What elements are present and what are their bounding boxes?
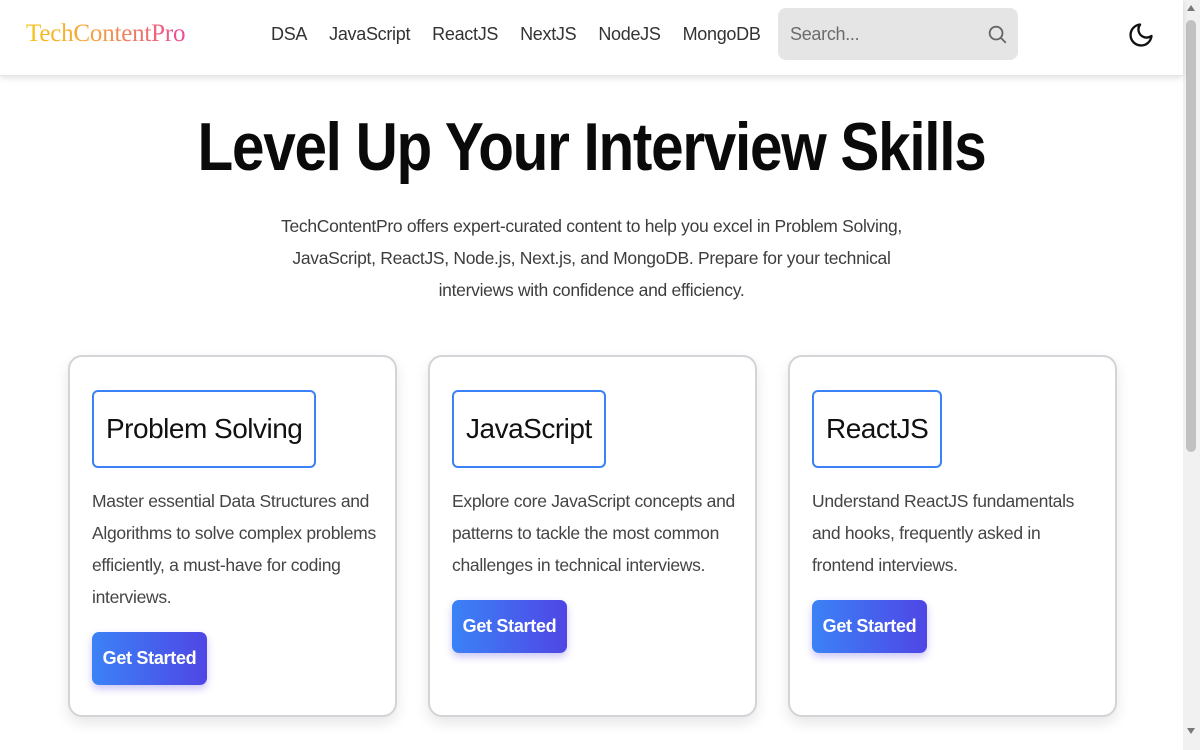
scroll-down-arrow-icon[interactable] <box>1187 728 1195 734</box>
site-header: TechContentPro DSA JavaScript ReactJS Ne… <box>0 0 1183 76</box>
get-started-button[interactable]: Get Started <box>452 600 567 653</box>
hero-title: Level Up Your Interview Skills <box>197 109 987 185</box>
moon-icon <box>1127 23 1155 52</box>
scrollbar-thumb[interactable] <box>1186 20 1196 452</box>
card-description: Understand ReactJS fundamentals and hook… <box>812 491 1075 575</box>
card-title: Problem Solving <box>92 390 317 468</box>
topic-card-reactjs: ReactJS Understand ReactJS fundamentals … <box>788 355 1117 717</box>
nav-link-javascript[interactable]: JavaScript <box>329 24 410 45</box>
card-description: Explore core JavaScript concepts and pat… <box>452 491 735 575</box>
nav-link-mongodb[interactable]: MongoDB <box>683 24 761 45</box>
nav-link-nodejs[interactable]: NodeJS <box>598 24 661 45</box>
theme-toggle-button[interactable] <box>1127 21 1155 49</box>
main-nav: DSA JavaScript ReactJS NextJS NodeJS Mon… <box>271 24 761 45</box>
get-started-button[interactable]: Get Started <box>92 632 207 685</box>
card-title: ReactJS <box>812 390 943 468</box>
search-box <box>778 8 1018 60</box>
hero-description: TechContentPro offers expert-curated con… <box>281 216 902 300</box>
card-title: JavaScript <box>452 390 606 468</box>
brand-logo[interactable]: TechContentPro <box>26 20 186 48</box>
search-icon[interactable] <box>986 23 1008 45</box>
topic-card-javascript: JavaScript Explore core JavaScript conce… <box>428 355 757 717</box>
page-scrollbar[interactable] <box>1183 0 1200 750</box>
get-started-button[interactable]: Get Started <box>812 600 927 653</box>
scroll-up-arrow-icon[interactable] <box>1187 5 1195 11</box>
nav-link-nextjs[interactable]: NextJS <box>520 24 577 45</box>
nav-link-dsa[interactable]: DSA <box>271 24 307 45</box>
topic-card-problem-solving: Problem Solving Master essential Data St… <box>68 355 397 717</box>
search-input[interactable] <box>778 8 978 60</box>
card-description: Master essential Data Structures and Alg… <box>92 491 376 607</box>
nav-link-reactjs[interactable]: ReactJS <box>432 24 498 45</box>
